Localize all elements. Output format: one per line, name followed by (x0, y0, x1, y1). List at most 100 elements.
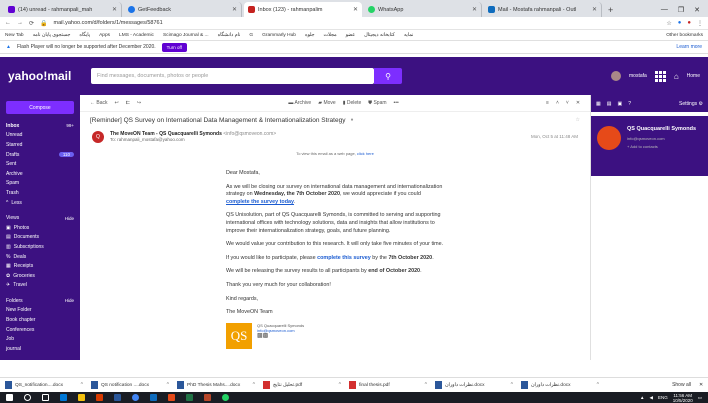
sidebar-item-sent[interactable]: Sent (6, 159, 74, 169)
survey-link[interactable]: complete this survey (317, 255, 371, 261)
browser-tab[interactable]: (14) unread - rahmanpali_mah ✕ (4, 2, 122, 17)
up-arrow-icon[interactable]: ˄ (556, 100, 559, 106)
bookmark-item[interactable]: کتابخانه دیجیتال (364, 33, 395, 38)
sidebar-item-folder[interactable]: Job (6, 334, 74, 344)
help-icon[interactable]: ? (628, 101, 631, 107)
word-icon[interactable] (114, 394, 121, 401)
add-contact-link[interactable]: + Add to contacts (627, 144, 696, 149)
whatsapp-icon[interactable] (222, 394, 229, 401)
chrome-icon[interactable] (132, 394, 139, 401)
user-name[interactable]: mostafa (629, 73, 647, 79)
notepad-icon[interactable]: ▣ (617, 101, 622, 107)
close-tab-icon[interactable]: ✕ (112, 6, 117, 13)
settings-button[interactable]: Settings ⚙ (679, 101, 703, 107)
maximize-button[interactable]: ❐ (678, 6, 684, 14)
chevron-up-icon[interactable]: ^ (597, 382, 599, 388)
url-field[interactable]: mail.yahoo.com/d/folders/1/messages/5876… (54, 20, 661, 26)
home-icon[interactable]: ⌂ (674, 72, 679, 81)
download-item[interactable]: QS notification ....docx ^ (91, 381, 169, 389)
sidebar-item-photos[interactable]: ▣ Photos (6, 223, 74, 233)
office-icon[interactable] (96, 394, 103, 401)
chevron-up-icon[interactable]: ^ (339, 382, 341, 388)
edge-icon[interactable] (60, 394, 67, 401)
chevron-up-icon[interactable]: ^ (511, 382, 513, 388)
sidebar-item-drafts[interactable]: Drafts 110 (6, 150, 74, 160)
close-tab-icon[interactable]: ✕ (472, 6, 477, 13)
home-link[interactable]: Home (687, 73, 700, 79)
download-item[interactable]: تحلیل نتایج.pdf ^ (263, 381, 341, 389)
back-button[interactable]: ← Back (90, 100, 108, 106)
turn-off-button[interactable]: Turn off (161, 42, 187, 52)
close-message-icon[interactable]: ✕ (576, 100, 580, 106)
sidebar-item-trash[interactable]: Trash (6, 188, 74, 198)
sidebar-item-groceries[interactable]: ✿ Groceries (6, 271, 74, 281)
view-web-link[interactable]: click here (357, 151, 374, 156)
calendar-icon[interactable]: ▤ (607, 101, 612, 107)
new-tab-button[interactable]: + (604, 5, 617, 15)
down-arrow-icon[interactable]: ˅ (566, 100, 569, 106)
bookmark-item[interactable]: نمایه (404, 33, 413, 38)
sidebar-item-travel[interactable]: ✈ Travel (6, 281, 74, 291)
notifications-icon[interactable]: ▭ (698, 395, 702, 401)
delete-button[interactable]: ▮ Delete (343, 100, 362, 106)
user-avatar[interactable] (611, 71, 622, 81)
clock[interactable]: 11:56 AM 10/5/2020 (673, 393, 693, 403)
browser-tab-active[interactable]: Inbox (123) - rahmanpalim ✕ (244, 2, 362, 17)
extension-icon[interactable]: ● (678, 20, 682, 26)
sidebar-item-spam[interactable]: Spam (6, 179, 74, 189)
survey-link[interactable]: complete the survey today (226, 199, 294, 205)
chevron-up-icon[interactable]: ^ (81, 382, 83, 388)
browser-tab[interactable]: GetFeedback ✕ (124, 2, 242, 17)
archive-button[interactable]: ▬ Archive (288, 100, 311, 106)
bookmark-item[interactable]: New Tab (5, 33, 24, 38)
bookmark-item[interactable]: نام دانشگاه (218, 33, 241, 38)
excel-icon[interactable] (186, 394, 193, 401)
search-button[interactable]: ⚲ (374, 68, 402, 84)
app-icon[interactable] (204, 394, 211, 401)
close-tab-icon[interactable]: ✕ (592, 6, 597, 13)
download-item[interactable]: QS_notification....docx ^ (5, 381, 83, 389)
bookmark-item[interactable]: جستجوی پایان نامه (33, 33, 71, 38)
spam-button[interactable]: ⛊ Spam (368, 100, 386, 106)
download-item[interactable]: final thesis.pdf ^ (349, 381, 427, 389)
bookmark-item[interactable]: جلوه (305, 33, 315, 38)
hide-views-button[interactable]: Hide (65, 216, 74, 221)
search-icon[interactable] (24, 394, 31, 401)
language-indicator[interactable]: ENG (658, 395, 668, 400)
sidebar-item-unread[interactable]: Unread (6, 131, 74, 141)
close-downloads-icon[interactable]: ✕ (699, 383, 703, 388)
sidebar-item-folder[interactable]: journal (6, 344, 74, 354)
bookmark-item[interactable]: G (249, 33, 253, 38)
forward-arrow-icon[interactable]: → (17, 20, 23, 26)
close-window-button[interactable]: ✕ (694, 6, 700, 14)
windows-start-icon[interactable] (6, 394, 13, 401)
chevron-up-icon[interactable]: ^ (425, 382, 427, 388)
forward-icon[interactable]: ↪ (137, 100, 141, 106)
sidebar-item-archive[interactable]: Archive (6, 169, 74, 179)
sidebar-item-subscriptions[interactable]: ▥ Subscriptions (6, 242, 74, 252)
sidebar-item-new-folder[interactable]: New Folder (6, 306, 74, 316)
bookmark-item[interactable]: Grammarly Hub (262, 33, 296, 38)
download-item[interactable]: نظرات داوران.docx ^ (521, 381, 599, 389)
contacts-icon[interactable]: ▦ (596, 101, 601, 107)
hide-folders-button[interactable]: Hide (65, 298, 74, 303)
bookmark-item[interactable]: پایگاه (79, 33, 90, 38)
menu-dots-icon[interactable]: ⋮ (697, 20, 703, 27)
outlook-icon[interactable] (150, 394, 157, 401)
task-view-icon[interactable] (42, 394, 49, 401)
learn-more-link[interactable]: Learn more (676, 44, 702, 50)
close-tab-icon[interactable]: ✕ (232, 6, 237, 13)
social-icons[interactable]: ▩▩ (257, 333, 304, 340)
bookmark-item[interactable]: مجلات (324, 33, 337, 38)
show-all-downloads-button[interactable]: Show all (672, 382, 691, 388)
more-button[interactable]: ••• (394, 100, 399, 106)
sort-icon[interactable]: ≡ (546, 100, 549, 106)
sidebar-item-folder[interactable]: Conferences (6, 325, 74, 335)
apps-grid-icon[interactable] (654, 70, 666, 82)
file-explorer-icon[interactable] (78, 394, 85, 401)
download-item[interactable]: نظرات داوران.docx ^ (435, 381, 513, 389)
extension-icon[interactable]: ● (687, 20, 691, 26)
sidebar-item-deals[interactable]: % Deals (6, 252, 74, 262)
sidebar-item-documents[interactable]: ▤ Documents (6, 233, 74, 243)
compose-button[interactable]: Compose (6, 101, 74, 114)
